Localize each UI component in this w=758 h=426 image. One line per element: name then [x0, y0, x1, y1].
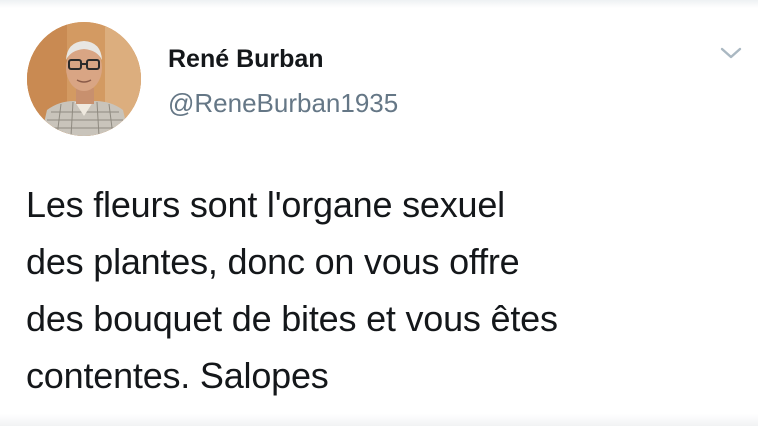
- tweet-text: Les fleurs sont l'organe sexuel des plan…: [26, 184, 558, 396]
- author-display-name[interactable]: René Burban: [168, 44, 324, 74]
- avatar-photo-icon: [27, 22, 141, 136]
- chevron-down-icon: [720, 47, 742, 59]
- bottom-edge: [0, 414, 758, 426]
- avatar[interactable]: [27, 22, 141, 136]
- tweet-menu-button[interactable]: [718, 44, 744, 62]
- author-handle[interactable]: @ReneBurban1935: [168, 88, 398, 118]
- tweet-card: René Burban @ReneBurban1935 Les fleurs s…: [0, 0, 758, 426]
